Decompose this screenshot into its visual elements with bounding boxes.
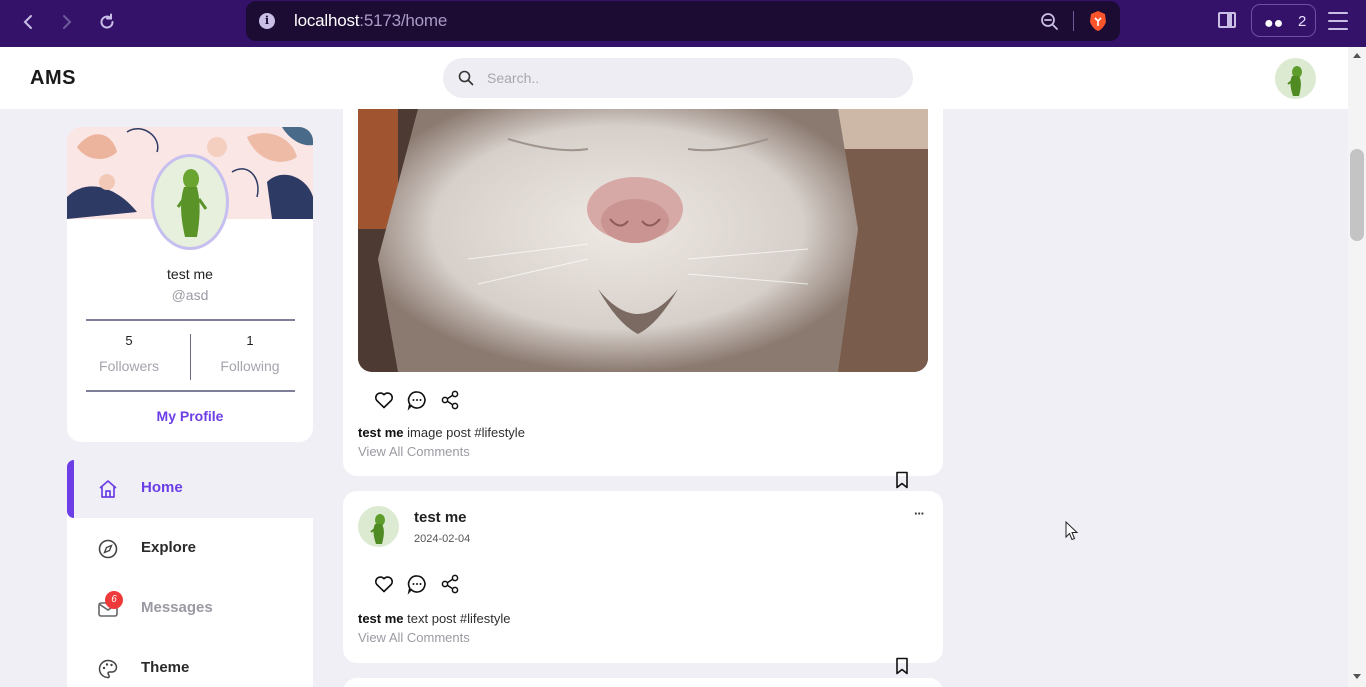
profile-handle: @asd [171, 287, 209, 303]
my-profile-link[interactable]: My Profile [67, 408, 313, 424]
following-stat[interactable]: 1 Following [200, 333, 300, 374]
post-date: 2024-02-04 [414, 533, 471, 545]
address-bar[interactable]: i localhost:5173/home [246, 1, 1120, 41]
glasses-icon: ●● [1264, 15, 1284, 32]
profile-card: test me @asd 5 Followers 1 Following My … [67, 127, 313, 442]
brand-logo[interactable]: AMS [30, 67, 76, 90]
side-navigation: Home Explore 6 Messages Theme [67, 460, 313, 687]
scroll-thumb[interactable] [1350, 149, 1364, 241]
followers-label: Followers [99, 358, 159, 374]
post-author-name[interactable]: test me [414, 509, 467, 526]
mouse-cursor-icon [1065, 521, 1079, 541]
nav-label-theme: Theme [141, 659, 190, 676]
comment-icon[interactable] [406, 389, 428, 411]
profile-divider-top [86, 319, 295, 321]
zoom-out-icon[interactable] [1040, 12, 1060, 32]
stats-divider [190, 334, 191, 380]
share-icon[interactable] [439, 389, 461, 411]
home-icon [99, 480, 117, 498]
view-comments-link[interactable]: View All Comments [358, 444, 470, 459]
more-options-icon[interactable]: ··· [914, 506, 925, 521]
scroll-down-icon[interactable] [1353, 674, 1361, 679]
nav-item-theme[interactable]: Theme [67, 640, 313, 687]
following-count: 1 [246, 333, 254, 348]
address-divider [1073, 11, 1074, 31]
post-caption: test me image post #lifestyle [358, 425, 525, 440]
browser-toolbar: i localhost:5173/home ●● 2 [0, 0, 1366, 47]
post-author-avatar[interactable] [358, 506, 399, 547]
site-info-icon[interactable]: i [259, 13, 275, 29]
url-path: :5173/home [359, 11, 448, 30]
brave-shield-icon[interactable] [1088, 10, 1108, 32]
scroll-up-icon[interactable] [1353, 53, 1361, 58]
caption-username[interactable]: test me [358, 611, 404, 626]
caption-username[interactable]: test me [358, 425, 404, 440]
bookmark-icon[interactable] [895, 657, 909, 675]
post-actions [373, 573, 461, 595]
next-post-card [343, 678, 943, 687]
reload-icon[interactable] [92, 8, 122, 36]
nav-item-home[interactable]: Home [67, 460, 313, 518]
heart-icon[interactable] [373, 389, 395, 411]
app-navbar: AMS [0, 47, 1348, 109]
compass-icon [98, 539, 118, 559]
nav-item-explore[interactable]: Explore [67, 520, 313, 578]
url-host: localhost [294, 11, 360, 30]
forward-icon[interactable] [52, 8, 82, 36]
heart-icon[interactable] [373, 573, 395, 595]
post-caption: test me text post #lifestyle [358, 611, 510, 626]
search-box[interactable] [443, 58, 913, 98]
profile-avatar[interactable] [151, 154, 229, 250]
messages-badge: 6 [105, 591, 123, 609]
image-post-card: test me image post #lifestyle View All C… [343, 109, 943, 489]
page-scrollbar[interactable] [1348, 47, 1366, 687]
user-avatar[interactable] [1275, 58, 1316, 99]
caption-text: image post #lifestyle [403, 425, 525, 440]
text-post-card: test me 2024-02-04 ··· test me text post… [343, 491, 943, 675]
vpn-button[interactable]: ●● 2 [1251, 4, 1316, 37]
search-icon [458, 70, 474, 86]
nav-label-messages: Messages [141, 599, 213, 616]
palette-icon [98, 659, 118, 679]
nav-item-messages[interactable]: 6 Messages [67, 580, 313, 638]
search-input[interactable] [487, 58, 887, 98]
profile-divider-bottom [86, 390, 295, 392]
caption-text: text post #lifestyle [403, 611, 511, 626]
post-actions [373, 389, 461, 411]
nav-label-home: Home [141, 479, 183, 496]
post-image[interactable] [358, 109, 928, 372]
bookmark-icon[interactable] [895, 471, 909, 489]
nav-label-explore: Explore [141, 539, 197, 556]
back-icon[interactable] [13, 8, 43, 36]
sidebar-toggle-icon[interactable] [1218, 12, 1236, 28]
followers-stat[interactable]: 5 Followers [79, 333, 179, 374]
tab-count: 2 [1298, 13, 1307, 30]
url-text[interactable]: localhost:5173/home [294, 11, 447, 31]
profile-name: test me [167, 266, 213, 282]
followers-count: 5 [125, 333, 133, 348]
browser-menu-icon[interactable] [1328, 12, 1348, 30]
share-icon[interactable] [439, 573, 461, 595]
following-label: Following [220, 358, 280, 374]
comment-icon[interactable] [406, 573, 428, 595]
view-comments-link[interactable]: View All Comments [358, 630, 470, 645]
